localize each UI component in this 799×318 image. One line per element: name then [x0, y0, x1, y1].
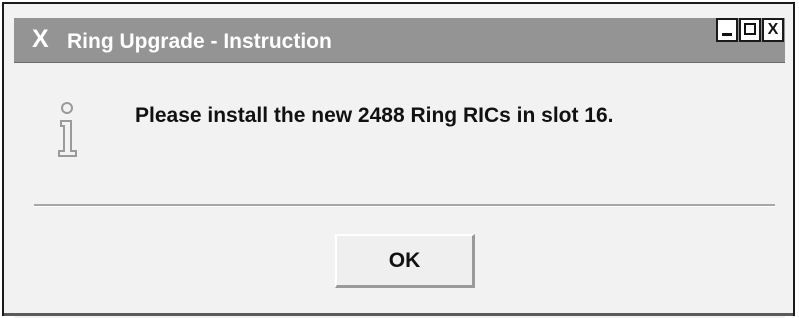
info-icon [58, 102, 77, 157]
maximize-icon [744, 23, 756, 35]
minimize-icon [722, 33, 732, 36]
separator [34, 204, 775, 207]
maximize-button[interactable] [739, 18, 761, 42]
close-icon: X [767, 21, 779, 38]
instruction-message: Please install the new 2488 Ring RICs in… [135, 104, 614, 127]
ok-button[interactable]: OK [335, 234, 475, 288]
dialog-window: X Ring Upgrade - Instruction X Please in… [2, 2, 795, 318]
window-logo-icon: X [32, 25, 49, 53]
close-button[interactable]: X [762, 18, 784, 42]
window-title: Ring Upgrade - Instruction [67, 30, 332, 53]
minimize-button[interactable] [716, 18, 738, 42]
dialog-content: Please install the new 2488 Ring RICs in… [14, 63, 785, 318]
title-bar[interactable]: X Ring Upgrade - Instruction X [14, 18, 785, 63]
window-controls: X [715, 18, 784, 42]
